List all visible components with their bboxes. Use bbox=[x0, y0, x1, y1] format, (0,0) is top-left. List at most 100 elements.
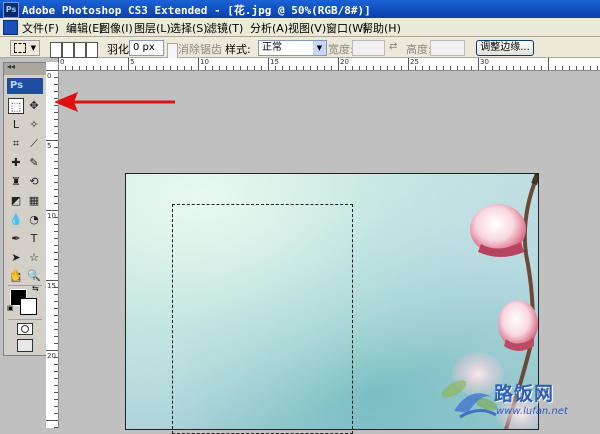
rectangular-marquee-tool-icon[interactable]: ⬚ bbox=[8, 98, 24, 114]
ruler-tick bbox=[380, 66, 381, 70]
ruler-tick bbox=[54, 378, 58, 379]
ruler-tick bbox=[485, 66, 486, 70]
style-select[interactable]: 正常 ▼ bbox=[258, 40, 327, 56]
move-tool-icon[interactable]: ✥ bbox=[26, 98, 42, 114]
healing-brush-tool-icon[interactable]: ✚ bbox=[8, 155, 24, 171]
ruler-tick bbox=[275, 66, 276, 70]
ruler-tick bbox=[527, 66, 528, 70]
ruler-label: 10 bbox=[47, 212, 56, 220]
options-bar: ▼ 羽化: 0 px 消除锯齿 样式: 正常 ▼ 宽度: ⇄ 高度: 调整边缘.… bbox=[0, 37, 600, 59]
magic-wand-tool-icon[interactable]: ✧ bbox=[26, 117, 42, 133]
ruler-tick bbox=[54, 413, 58, 414]
background-color-swatch[interactable] bbox=[20, 298, 37, 315]
ruler-tick bbox=[422, 66, 423, 70]
ruler-tick bbox=[128, 58, 129, 70]
path-selection-tool-icon[interactable]: ➤ bbox=[8, 250, 24, 266]
width-input[interactable] bbox=[352, 40, 385, 56]
slice-tool-icon[interactable]: ⟋ bbox=[26, 136, 42, 152]
ps-logo[interactable]: Ps bbox=[7, 78, 43, 94]
menu-view[interactable]: 视图(V) bbox=[288, 20, 326, 36]
ruler-tick bbox=[296, 66, 297, 70]
ruler-tick bbox=[72, 66, 73, 70]
shape-tool-icon[interactable]: ☆ bbox=[26, 250, 42, 266]
ruler-tick bbox=[121, 66, 122, 70]
subtract-selection-mode-button[interactable] bbox=[74, 42, 86, 58]
antialias-label: 消除锯齿 bbox=[178, 43, 222, 56]
ruler-tick bbox=[198, 58, 199, 70]
swap-colors-icon[interactable]: ⇆ bbox=[32, 284, 39, 293]
antialias-checkbox[interactable] bbox=[167, 43, 178, 59]
ruler-tick bbox=[54, 161, 58, 162]
ruler-tick bbox=[46, 350, 58, 351]
style-select-value: 正常 bbox=[262, 42, 282, 53]
ruler-tick bbox=[54, 322, 58, 323]
ruler-tick bbox=[352, 66, 353, 70]
ruler-tick bbox=[541, 66, 542, 70]
refine-edge-button[interactable]: 调整边缘... bbox=[476, 40, 534, 56]
ruler-tick bbox=[436, 66, 437, 70]
ruler-tick bbox=[324, 66, 325, 70]
ruler-tick bbox=[443, 66, 444, 70]
ruler-tick bbox=[54, 273, 58, 274]
ruler-tick bbox=[54, 301, 58, 302]
ruler-tick bbox=[373, 66, 374, 70]
menu-analysis[interactable]: 分析(A) bbox=[250, 20, 288, 36]
ruler-tick bbox=[54, 294, 58, 295]
ruler-tick bbox=[54, 126, 58, 127]
intersect-selection-mode-button[interactable] bbox=[86, 42, 98, 58]
toolbox-grip[interactable]: ◂◂ bbox=[4, 62, 46, 75]
eraser-tool-icon[interactable]: ◩ bbox=[8, 193, 24, 209]
document-menu-icon[interactable] bbox=[3, 20, 18, 35]
ruler-label: 5 bbox=[47, 142, 52, 150]
collapse-icon[interactable]: ◂◂ bbox=[7, 62, 15, 71]
height-input[interactable] bbox=[430, 40, 465, 56]
ruler-tick bbox=[471, 66, 472, 70]
zoom-tool-icon[interactable]: 🔍 bbox=[26, 268, 42, 284]
new-selection-mode-button[interactable] bbox=[50, 42, 62, 58]
type-tool-icon[interactable]: T bbox=[26, 231, 42, 247]
pen-tool-icon[interactable]: ✒ bbox=[8, 231, 24, 247]
add-selection-mode-button[interactable] bbox=[62, 42, 74, 58]
ruler-label: 5 bbox=[130, 58, 135, 66]
ruler-tick bbox=[254, 66, 255, 70]
ruler-tick bbox=[93, 66, 94, 70]
brush-tool-icon[interactable]: ✎ bbox=[26, 155, 42, 171]
marquee-selection[interactable] bbox=[172, 204, 353, 434]
tool-preset-picker[interactable]: ▼ bbox=[10, 40, 40, 56]
ruler-tick bbox=[562, 66, 563, 70]
menu-filter[interactable]: 滤镜(T) bbox=[206, 20, 243, 36]
menu-image[interactable]: 图像(I) bbox=[99, 20, 133, 36]
watermark: 路饭网 www.lufan.net bbox=[450, 375, 600, 427]
ruler-tick bbox=[506, 66, 507, 70]
hand-tool-icon[interactable]: ✋ bbox=[8, 268, 24, 284]
menu-help[interactable]: 帮助(H) bbox=[362, 20, 401, 36]
blur-tool-icon[interactable]: 💧 bbox=[8, 212, 24, 228]
ruler-tick bbox=[450, 66, 451, 70]
ruler-tick bbox=[520, 66, 521, 70]
photoshop-app-icon[interactable]: Ps bbox=[3, 2, 19, 18]
ruler-tick bbox=[54, 203, 58, 204]
swap-dimensions-icon[interactable]: ⇄ bbox=[389, 41, 397, 55]
ruler-tick bbox=[534, 66, 535, 70]
ruler-tick bbox=[54, 315, 58, 316]
lasso-tool-icon[interactable]: ᒪ bbox=[8, 117, 24, 133]
clone-stamp-tool-icon[interactable]: ♜ bbox=[8, 174, 24, 190]
menu-layer[interactable]: 图层(L) bbox=[134, 20, 171, 36]
quick-mask-icon[interactable] bbox=[17, 323, 33, 335]
screen-mode-icon[interactable] bbox=[17, 339, 33, 352]
ruler-tick bbox=[499, 66, 500, 70]
gradient-tool-icon[interactable]: ▦ bbox=[26, 193, 42, 209]
history-brush-tool-icon[interactable]: ⟲ bbox=[26, 174, 42, 190]
ruler-tick bbox=[54, 133, 58, 134]
dodge-tool-icon[interactable]: ◔ bbox=[26, 212, 42, 228]
ruler-tick bbox=[54, 406, 58, 407]
ruler-tick bbox=[54, 371, 58, 372]
menu-edit[interactable]: 编辑(E) bbox=[66, 20, 104, 36]
default-colors-icon[interactable]: ▣ bbox=[7, 304, 14, 312]
ruler-tick bbox=[54, 245, 58, 246]
menu-select[interactable]: 选择(S) bbox=[170, 20, 208, 36]
feather-input[interactable]: 0 px bbox=[129, 40, 164, 56]
menu-file[interactable]: 文件(F) bbox=[22, 20, 59, 36]
ruler-tick bbox=[54, 77, 58, 78]
crop-tool-icon[interactable]: ⌗ bbox=[8, 136, 24, 152]
